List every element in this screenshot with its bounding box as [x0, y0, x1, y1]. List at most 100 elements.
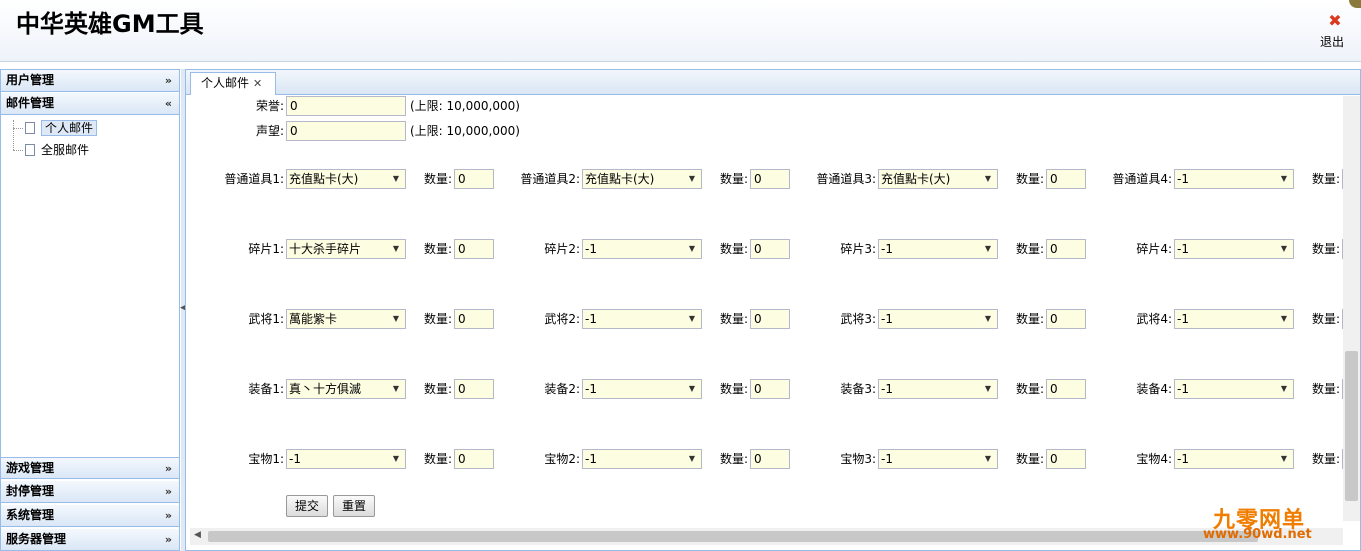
close-icon[interactable]: ✕ — [253, 77, 262, 90]
item-select[interactable]: 充值點卡(大) ▼ — [582, 169, 702, 189]
quantity-input[interactable] — [454, 169, 494, 189]
dropdown-arrow-icon[interactable]: ▼ — [985, 170, 991, 188]
treasure-select[interactable]: -1 ▼ — [286, 449, 406, 469]
dropdown-arrow-icon[interactable]: ▼ — [393, 310, 399, 328]
quantity-input[interactable] — [1046, 239, 1086, 259]
dropdown-arrow-icon[interactable]: ▼ — [393, 380, 399, 398]
submit-button[interactable]: 提交 — [286, 495, 328, 517]
dropdown-arrow-icon[interactable]: ▼ — [689, 240, 695, 258]
sidebar-section-label: 游戏管理 — [6, 461, 55, 475]
dropdown-arrow-icon[interactable]: ▼ — [393, 450, 399, 468]
dropdown-arrow-icon[interactable]: ▼ — [689, 310, 695, 328]
fragment-label: 碎片4: — [1136, 242, 1172, 256]
select-value: -1 — [1177, 242, 1189, 256]
scrollbar-thumb[interactable] — [208, 531, 1258, 542]
logout-button[interactable]: ✖ 退出 — [1320, 12, 1350, 50]
sidebar-section-game-management[interactable]: 游戏管理 » — [1, 457, 179, 479]
select-value: -1 — [881, 452, 893, 466]
horizontal-scrollbar[interactable]: ◀ — [190, 528, 1343, 545]
general-select[interactable]: -1 ▼ — [582, 309, 702, 329]
item-select[interactable]: -1 ▼ — [1174, 169, 1294, 189]
dropdown-arrow-icon[interactable]: ▼ — [689, 450, 695, 468]
sidebar-item-personal-mail[interactable]: 个人邮件 — [11, 118, 98, 138]
treasure-select[interactable]: -1 ▼ — [582, 449, 702, 469]
scrollbar-thumb[interactable] — [1345, 351, 1358, 501]
prestige-label: 声望: — [255, 124, 284, 138]
dropdown-arrow-icon[interactable]: ▼ — [985, 240, 991, 258]
equipment-label: 装备1: — [248, 382, 284, 396]
chevron-double-down-icon[interactable]: » — [165, 529, 172, 550]
sidebar-section-system-management[interactable]: 系统管理 » — [1, 505, 179, 527]
honor-input[interactable] — [286, 96, 406, 116]
fragment-select[interactable]: -1 ▼ — [878, 239, 998, 259]
dropdown-arrow-icon[interactable]: ▼ — [689, 170, 695, 188]
equipment-label: 装备3: — [840, 382, 876, 396]
chevron-double-down-icon[interactable]: » — [165, 458, 172, 479]
equipment-select[interactable]: -1 ▼ — [582, 379, 702, 399]
dropdown-arrow-icon[interactable]: ▼ — [1281, 170, 1287, 188]
tab-personal-mail[interactable]: 个人邮件 ✕ — [190, 72, 276, 95]
fragment-select[interactable]: -1 ▼ — [1174, 239, 1294, 259]
quantity-label: 数量: — [719, 172, 748, 186]
quantity-label: 数量: — [1015, 382, 1044, 396]
fragment-select[interactable]: -1 ▼ — [582, 239, 702, 259]
fragment-select[interactable]: 十大杀手碎片 ▼ — [286, 239, 406, 259]
main-panel: 个人邮件✕ 荣誉: (上限: 10,000,000) 声望: (上限: 10,0… — [185, 69, 1361, 551]
treasure-select[interactable]: -1 ▼ — [1174, 449, 1294, 469]
dropdown-arrow-icon[interactable]: ▼ — [985, 380, 991, 398]
general-select[interactable]: -1 ▼ — [1174, 309, 1294, 329]
sidebar-item-server-mail[interactable]: 全服邮件 — [11, 140, 89, 160]
dropdown-arrow-icon[interactable]: ▼ — [1281, 450, 1287, 468]
quantity-label: 数量: — [1311, 382, 1340, 396]
sidebar-section-ban-management[interactable]: 封停管理 » — [1, 481, 179, 503]
item-select[interactable]: 充值點卡(大) ▼ — [286, 169, 406, 189]
quantity-input[interactable] — [454, 239, 494, 259]
chevron-double-down-icon[interactable]: » — [165, 70, 172, 91]
watermark-logo: 九零网单 www.90wd.net — [1203, 500, 1331, 545]
quantity-input[interactable] — [1046, 309, 1086, 329]
dropdown-arrow-icon[interactable]: ▼ — [985, 310, 991, 328]
select-value: -1 — [1177, 382, 1189, 396]
select-value: -1 — [585, 312, 597, 326]
item-select[interactable]: 充值點卡(大) ▼ — [878, 169, 998, 189]
quantity-label: 数量: — [423, 242, 452, 256]
quantity-input[interactable] — [454, 309, 494, 329]
equipment-select[interactable]: 真丶十方俱滅 ▼ — [286, 379, 406, 399]
general-select[interactable]: -1 ▼ — [878, 309, 998, 329]
sidebar-section-server-management[interactable]: 服务器管理 » — [1, 529, 179, 551]
chevron-double-down-icon[interactable]: » — [165, 481, 172, 502]
quantity-input[interactable] — [750, 309, 790, 329]
reset-button[interactable]: 重置 — [333, 495, 375, 517]
quantity-input[interactable] — [1046, 379, 1086, 399]
quantity-input[interactable] — [1046, 449, 1086, 469]
dropdown-arrow-icon[interactable]: ▼ — [393, 170, 399, 188]
dropdown-arrow-icon[interactable]: ▼ — [1281, 380, 1287, 398]
scroll-left-icon[interactable]: ◀ — [194, 530, 201, 540]
select-value: -1 — [881, 242, 893, 256]
chevron-double-down-icon[interactable]: » — [165, 505, 172, 526]
dropdown-arrow-icon[interactable]: ▼ — [689, 380, 695, 398]
quantity-input[interactable] — [750, 169, 790, 189]
dropdown-arrow-icon[interactable]: ▼ — [985, 450, 991, 468]
sidebar: 用户管理 » 邮件管理 « 个人邮件 全服邮件 游戏管理 » 封停管理 » 系统… — [0, 69, 180, 551]
sidebar-section-mail-management[interactable]: 邮件管理 « — [1, 93, 179, 115]
dropdown-arrow-icon[interactable]: ▼ — [1281, 240, 1287, 258]
quantity-input[interactable] — [750, 449, 790, 469]
quantity-input[interactable] — [1046, 169, 1086, 189]
chevron-double-up-icon[interactable]: « — [165, 93, 172, 114]
quantity-input[interactable] — [454, 379, 494, 399]
treasure-select[interactable]: -1 ▼ — [878, 449, 998, 469]
prestige-input[interactable] — [286, 121, 406, 141]
dropdown-arrow-icon[interactable]: ▼ — [1281, 310, 1287, 328]
quantity-input[interactable] — [750, 239, 790, 259]
vertical-scrollbar[interactable] — [1343, 96, 1360, 521]
dropdown-arrow-icon[interactable]: ▼ — [393, 240, 399, 258]
quantity-input[interactable] — [750, 379, 790, 399]
quantity-input[interactable] — [454, 449, 494, 469]
select-value: 充值點卡(大) — [881, 172, 951, 186]
quantity-label: 数量: — [1311, 242, 1340, 256]
general-select[interactable]: 萬能紫卡 ▼ — [286, 309, 406, 329]
equipment-select[interactable]: -1 ▼ — [878, 379, 998, 399]
sidebar-section-user-management[interactable]: 用户管理 » — [1, 70, 179, 92]
equipment-select[interactable]: -1 ▼ — [1174, 379, 1294, 399]
